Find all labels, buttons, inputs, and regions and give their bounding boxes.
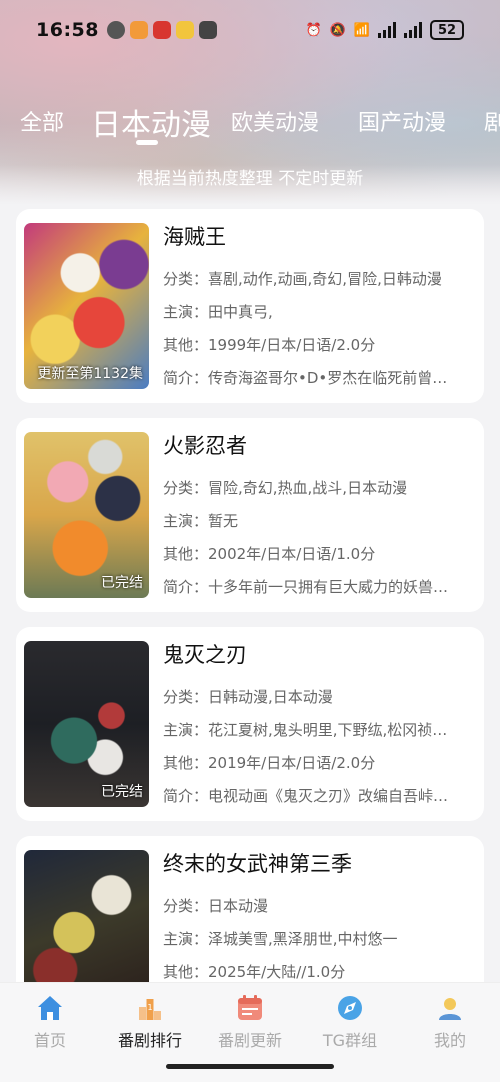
anime-intro: 简介：传奇海盗哥尔•D•罗杰在临死前曾… <box>163 369 448 387</box>
anime-category: 分类：冒险,奇幻,热血,战斗,日本动漫 <box>163 479 408 497</box>
anime-card[interactable]: 已完结 鬼灭之刃 分类：日韩动漫,日本动漫 主演：花江夏树,鬼头明里,下野纮,松… <box>16 627 484 821</box>
tab-chinese-anime[interactable]: 国产动漫 <box>358 105 446 137</box>
telegram-icon <box>338 996 362 1020</box>
tab-all[interactable]: 全部 <box>20 105 64 137</box>
subtitle: 根据当前热度整理 不定时更新 <box>136 169 364 189</box>
mute-icon: 🔕 <box>329 22 346 38</box>
anime-title: 海贼王 <box>163 225 226 249</box>
anime-cast: 主演：泽城美雪,黑泽朋世,中村悠一 <box>163 930 398 948</box>
nav-telegram[interactable]: TG群组 <box>300 993 400 1051</box>
profile-icon <box>439 998 461 1020</box>
app-notification-icon <box>129 21 148 39</box>
anime-intro: 简介：电视动画《鬼灭之刃》改编自吾峠… <box>163 787 449 805</box>
anime-category: 分类：日韩动漫,日本动漫 <box>163 688 333 706</box>
anime-cast: 主演：田中真弓, <box>163 303 273 321</box>
anime-other: 其他：2002年/日本/日语/1.0分 <box>163 545 376 563</box>
anime-category: 分类：日本动漫 <box>163 897 269 915</box>
anime-cast: 主演：花江夏树,鬼头明里,下野纮,松冈祯… <box>163 721 448 739</box>
anime-other: 其他：2019年/日本/日语/2.0分 <box>163 754 376 772</box>
alarm-icon: ⏰ <box>305 22 322 38</box>
tab-western-anime[interactable]: 欧美动漫 <box>231 105 319 137</box>
anime-other: 其他：1999年/日本/日语/2.0分 <box>163 336 376 354</box>
wifi-icon: 📶 <box>353 22 370 38</box>
battery-indicator: 52 <box>430 20 464 40</box>
notification-icons <box>106 21 217 39</box>
nav-label: TG群组 <box>322 1031 378 1050</box>
anime-title: 火影忍者 <box>163 434 247 458</box>
cellular-signal-icon <box>378 22 396 38</box>
anime-title: 终末的女武神第三季 <box>163 852 352 876</box>
tab-japanese-anime[interactable]: 日本动漫 <box>91 100 211 144</box>
status-badge: 已完结 <box>101 784 143 800</box>
nav-profile[interactable]: 我的 <box>400 993 500 1051</box>
tab-more[interactable]: 剧 <box>484 105 500 137</box>
status-time: 16:58 <box>36 19 99 41</box>
nav-label: 番剧更新 <box>217 1031 282 1050</box>
app-notification-icon <box>175 21 194 39</box>
nav-ranking[interactable]: 1 番剧排行 <box>100 993 200 1051</box>
app-notification-icon <box>152 21 171 39</box>
app-notification-icon <box>198 21 217 39</box>
anime-intro: 简介：十多年前一只拥有巨大威力的妖兽… <box>163 578 449 596</box>
anime-card[interactable]: 终末的女武神第三季 分类：日本动漫 主演：泽城美雪,黑泽朋世,中村悠一 其他：2… <box>16 836 484 1000</box>
home-indicator <box>166 1064 334 1069</box>
nav-label: 我的 <box>433 1031 466 1050</box>
anime-card[interactable]: 已完结 火影忍者 分类：冒险,奇幻,热血,战斗,日本动漫 主演：暂无 其他：20… <box>16 418 484 612</box>
category-tabs: 全部 日本动漫 欧美动漫 国产动漫 剧 <box>0 96 500 146</box>
home-icon <box>38 996 62 1020</box>
ranking-icon: 1 <box>139 999 161 1020</box>
poster-image: 已完结 <box>24 641 149 807</box>
calendar-icon <box>238 995 262 1020</box>
nav-home[interactable]: 首页 <box>0 993 100 1051</box>
status-badge: 已完结 <box>101 575 143 591</box>
poster-image: 已完结 <box>24 432 149 598</box>
episode-badge: 更新至第1132集 <box>37 366 143 382</box>
anime-card[interactable]: 更新至第1132集 海贼王 分类：喜剧,动作,动画,奇幻,冒险,日韩动漫 主演：… <box>16 209 484 403</box>
nav-updates[interactable]: 番剧更新 <box>200 993 300 1051</box>
nav-label: 番剧排行 <box>117 1031 182 1050</box>
cellular-signal-icon <box>404 22 422 38</box>
app-notification-icon <box>106 21 125 39</box>
nav-label: 首页 <box>33 1031 66 1050</box>
poster-image: 更新至第1132集 <box>24 223 149 389</box>
active-tab-indicator <box>136 140 158 145</box>
status-bar: 16:58 ⏰ 🔕 📶 52 <box>0 0 500 60</box>
anime-category: 分类：喜剧,动作,动画,奇幻,冒险,日韩动漫 <box>163 270 442 288</box>
poster-image <box>24 850 149 1000</box>
svg-text:1: 1 <box>147 1003 152 1012</box>
anime-cast: 主演：暂无 <box>163 512 239 530</box>
anime-title: 鬼灭之刃 <box>163 643 247 667</box>
